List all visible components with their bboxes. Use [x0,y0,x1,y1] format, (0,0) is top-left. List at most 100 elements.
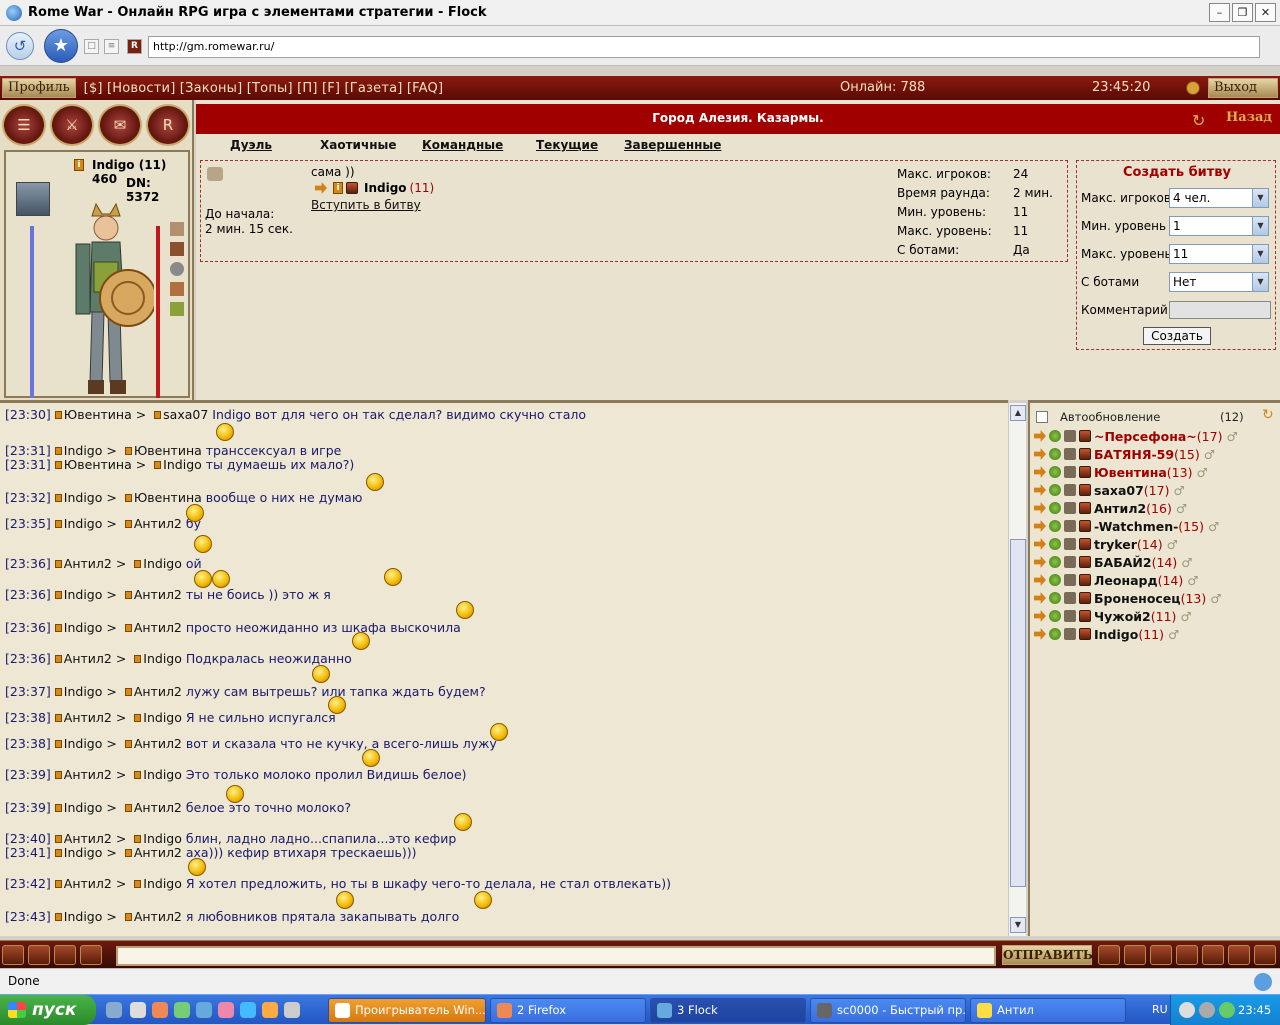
book-icon[interactable]: R [146,104,190,146]
tab-duel[interactable]: Дуэль [230,138,272,152]
private-lock-icon[interactable] [124,740,132,748]
chest-icon[interactable] [54,945,76,965]
chat-sender[interactable]: Indigo [64,800,103,815]
private-lock-icon[interactable] [134,880,142,888]
user-name[interactable]: Антил2 [1094,501,1146,516]
user-name[interactable]: Indigo [1094,627,1138,642]
user-row[interactable]: Леонард (14) ♂ [1034,571,1198,589]
private-arrow-icon[interactable] [1034,574,1046,586]
chat-recipient[interactable]: Антил2 [134,587,182,602]
private-lock-icon[interactable] [54,591,62,599]
helmet-slot-icon[interactable] [170,262,184,276]
private-lock-icon[interactable] [54,655,62,663]
user-row[interactable]: БАБАЙ2 (14) ♂ [1034,553,1192,571]
user-name[interactable]: Леонард [1094,573,1158,588]
window-icon[interactable] [1202,945,1224,965]
icq-icon[interactable] [174,1002,190,1018]
maximize-button[interactable]: ❐ [1232,3,1253,22]
chat-recipient[interactable]: saxa07 [163,407,208,422]
user-row[interactable]: Броненосец (13) ♂ [1034,589,1221,607]
task-antil[interactable]: Антил [970,998,1126,1023]
max-players-select[interactable]: 4 чел. ▼ [1169,188,1269,208]
chat-sender[interactable]: Indigo [64,620,103,635]
info-icon[interactable]: i [74,159,84,171]
private-lock-icon[interactable] [54,740,62,748]
explorer-icon[interactable] [130,1002,146,1018]
chat-recipient[interactable]: Indigo [143,767,182,782]
info-icon[interactable]: i [333,182,343,194]
chat-sender[interactable]: Антил2 [64,831,112,846]
chat-bubble-icon[interactable] [1124,945,1146,965]
chat-sender[interactable]: Антил2 [64,767,112,782]
chat-message-input[interactable] [116,946,996,966]
private-arrow-icon[interactable] [1034,538,1046,550]
private-arrow-icon[interactable] [1034,592,1046,604]
chat-sender[interactable]: Indigo [64,909,103,924]
ie-icon[interactable] [196,1002,212,1018]
chat-recipient[interactable]: Indigo [143,831,182,846]
chat-recipient[interactable]: Антил2 [134,845,182,860]
chat-sender[interactable]: Indigo [64,736,103,751]
chat-sender[interactable]: Indigo [64,587,103,602]
tab-team[interactable]: Командные [422,138,503,152]
user-name[interactable]: saxa07 [1094,483,1144,498]
private-arrow-icon[interactable] [1034,628,1046,640]
user-row[interactable]: БАТЯНЯ-59 (15) ♂ [1034,445,1215,463]
private-arrow-icon[interactable] [1034,556,1046,568]
refresh-icon[interactable]: ↻ [1192,111,1205,130]
private-lock-icon[interactable] [54,520,62,528]
user-row[interactable]: ~Персефона~ (17) ♂ [1034,427,1238,445]
back-link[interactable]: Назад [1226,110,1272,125]
exit-button[interactable]: Выход [1208,78,1278,98]
weapon-slot-icon[interactable] [170,242,184,256]
user-row[interactable]: Антил2 (16) ♂ [1034,499,1187,517]
chat-recipient[interactable]: Ювентина [134,443,202,458]
user-name[interactable]: Чужой2 [1094,609,1151,624]
private-lock-icon[interactable] [54,411,62,419]
max-level-select[interactable]: 11 ▼ [1169,244,1269,264]
url-bar[interactable]: http://gm.romewar.ru/ [148,36,1260,58]
close-button[interactable]: ✕ [1255,3,1276,22]
messenger-icon[interactable] [218,1002,234,1018]
private-lock-icon[interactable] [54,461,62,469]
chat-sender[interactable]: Indigo [64,845,103,860]
task-firefox[interactable]: 2 Firefox [490,998,646,1023]
private-lock-icon[interactable] [154,411,162,419]
group-icon[interactable] [170,282,184,296]
chevron-down-icon[interactable]: ▼ [1252,217,1268,235]
private-arrow-icon[interactable] [1034,430,1046,442]
feather-icon[interactable] [170,302,184,316]
min-level-select[interactable]: 1 ▼ [1169,216,1269,236]
chat-sender[interactable]: Indigo [64,443,103,458]
chat-sender[interactable]: Ювентина [64,457,132,472]
private-lock-icon[interactable] [54,624,62,632]
chat-status-icon[interactable] [1254,973,1272,991]
scroll-icon[interactable]: ✉ [98,104,142,146]
private-lock-icon[interactable] [134,560,142,568]
private-arrow-icon[interactable] [1034,448,1046,460]
search-icon[interactable] [1098,945,1120,965]
tray-arrow-icon[interactable] [1179,1002,1195,1018]
user-row[interactable]: saxa07 (17) ♂ [1034,481,1185,499]
player-icon[interactable] [284,1002,300,1018]
private-lock-icon[interactable] [54,560,62,568]
tab-current[interactable]: Текущие [536,138,598,152]
chevron-down-icon[interactable]: ▼ [1252,189,1268,207]
firefox-icon[interactable] [152,1002,168,1018]
tab-finished[interactable]: Завершенные [624,138,721,152]
user-row[interactable]: -Watchmen- (15) ♂ [1034,517,1219,535]
favorite-star-icon[interactable]: ★ [44,29,78,63]
smiley-icon[interactable] [1228,945,1250,965]
private-arrow-icon[interactable] [1034,502,1046,514]
start-button[interactable]: пуск [0,995,96,1025]
chat-sender[interactable]: Indigo [64,516,103,531]
character-icon[interactable]: ⚔ [50,104,94,146]
chat-mode-icon[interactable] [2,945,24,965]
chat-recipient[interactable]: Антил2 [134,909,182,924]
chat-recipient[interactable]: Indigo [163,457,202,472]
private-lock-icon[interactable] [124,591,132,599]
language-indicator[interactable]: RU [1152,1003,1168,1016]
scroll-thumb[interactable] [1010,539,1026,887]
inventory-icon[interactable]: ☰ [2,104,46,146]
page-icon[interactable]: □ [84,39,99,54]
